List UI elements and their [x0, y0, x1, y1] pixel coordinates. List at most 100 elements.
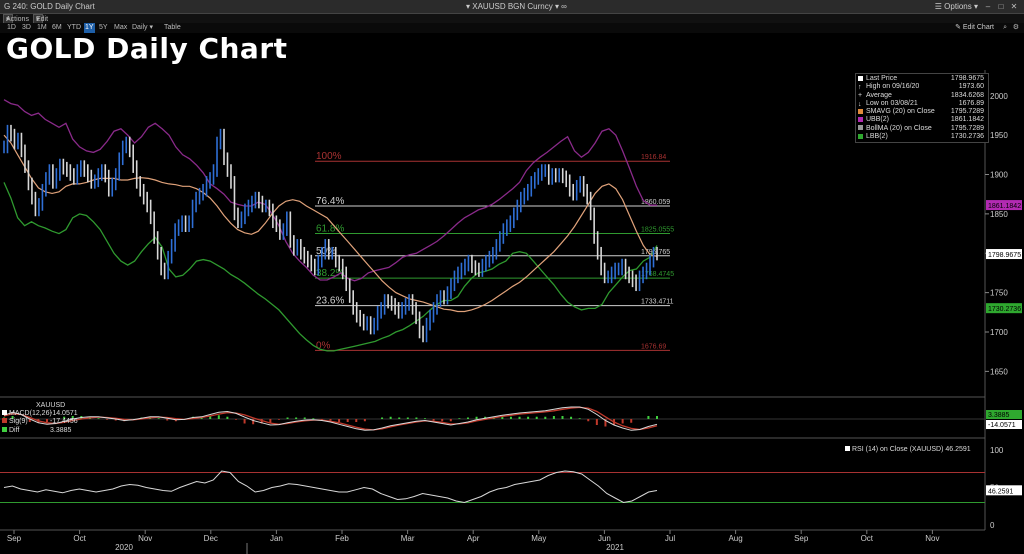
- axis-tag: [986, 200, 1022, 211]
- x-tick-label: Oct: [73, 534, 86, 543]
- legend-average: + Average 1834.6268: [858, 92, 986, 100]
- legend-swatch: ↑: [858, 83, 862, 91]
- y-tick-label: 1700: [990, 328, 1008, 337]
- legend-swatch: [858, 108, 863, 114]
- ticker-selector[interactable]: ▾ XAUUSD BGN Curncy ▾ ∞: [466, 0, 567, 13]
- diff-row: Diff 3.3885: [2, 426, 102, 435]
- window-title: G 240: GOLD Daily Chart: [4, 2, 95, 11]
- legend-value: 1730.2736: [950, 133, 984, 141]
- fib-label: 0%: [316, 340, 331, 351]
- rsi-tick-label: 100: [990, 446, 1004, 455]
- zoom-icon[interactable]: ⌕: [1002, 23, 1008, 33]
- legend-swatch: [2, 426, 7, 432]
- legend-smavg: SMAVG (20) on Close 1795.7289: [858, 108, 986, 116]
- fib-label: 100%: [316, 151, 342, 162]
- legend-label: High on 09/16/20: [866, 83, 920, 91]
- settings-icon[interactable]: ⚙: [1012, 23, 1020, 33]
- rsi-line: [3, 470, 658, 504]
- legend-swatch: [858, 125, 863, 131]
- options-label: Options: [944, 2, 972, 11]
- y-tick-label: 1950: [990, 131, 1008, 140]
- edit-chart-label: Edit Chart: [962, 24, 994, 31]
- legend-swatch: +: [858, 92, 863, 100]
- options-menu[interactable]: ☰ Options ▾: [935, 0, 978, 13]
- axis-tag: [986, 249, 1022, 260]
- chart-title: GOLD Daily Chart: [6, 32, 288, 65]
- ubb-line: [3, 99, 657, 282]
- rsi-tick-label: 0: [990, 521, 995, 530]
- legend-swatch: [2, 410, 7, 416]
- fib-value: 1860.059: [641, 199, 670, 206]
- legend-swatch: [2, 418, 7, 424]
- legend-label: UBB(2): [866, 116, 889, 124]
- axis-tag-label: 1861.1842: [988, 203, 1021, 210]
- minimize-icon[interactable]: –: [982, 0, 994, 13]
- legend-value: 1795.7289: [950, 108, 984, 116]
- y-tick-label: 2000: [990, 92, 1008, 101]
- legend-swatch: ↓: [858, 100, 862, 108]
- diff-row-name: Diff: [9, 426, 20, 434]
- rsi-legend: RSI (14) on Close (XAUUSD) 46.2591: [845, 446, 971, 453]
- rsi-legend-label: RSI (14) on Close (XAUUSD): [852, 446, 944, 453]
- fib-value: 1676.69: [641, 343, 666, 350]
- fib-label: 38.2%: [316, 268, 344, 279]
- fib-label: 50%: [316, 246, 336, 257]
- legend-label: SMAVG (20) on Close: [866, 108, 935, 116]
- legend-value: 1834.6268: [950, 91, 984, 99]
- toolbar: Actions ▾ Edit ▾: [0, 14, 1024, 25]
- x-tick-label: Nov: [138, 534, 152, 543]
- x-tick-label: Aug: [728, 534, 742, 543]
- x-tick-label: Oct: [861, 534, 874, 543]
- macd-axis-tag-label: -14.0571: [988, 422, 1016, 429]
- x-tick-label: Dec: [204, 534, 218, 543]
- macd-row-value: -14.0571: [50, 410, 78, 418]
- legend-high: ↑ High on 09/16/20 1973.60: [858, 83, 986, 91]
- axis-tag-label: 1730.2736: [988, 306, 1021, 313]
- legend-label: BollMA (20) on Close: [866, 124, 932, 132]
- legend-value: 1973.60: [958, 83, 984, 91]
- x-year-label: 2021: [606, 543, 624, 552]
- fib-label: 23.6%: [316, 296, 344, 307]
- macd-row-name: MACD(12,26): [9, 410, 52, 418]
- edit-chart-button[interactable]: ✎ Edit Chart: [955, 23, 994, 33]
- legend-lbb: LBB(2) 1730.2736: [858, 133, 986, 141]
- legend-bollma: BollMA (20) on Close 1795.7289: [858, 125, 986, 133]
- fib-label: 61.8%: [316, 224, 344, 235]
- legend-low: ↓ Low on 03/08/21 1676.89: [858, 100, 986, 108]
- legend-value: 1798.9675: [950, 75, 984, 82]
- legend-value: 1861.1842: [950, 116, 984, 124]
- legend-ubb: UBB(2) 1861.1842: [858, 116, 986, 124]
- y-tick-label: 1850: [990, 210, 1008, 219]
- window-titlebar: G 240: GOLD Daily Chart ▾ XAUUSD BGN Cur…: [0, 0, 1024, 14]
- fib-value: 1733.4711: [641, 299, 674, 306]
- maximize-icon[interactable]: □: [995, 0, 1007, 13]
- legend-label: LBB(2): [866, 133, 888, 141]
- x-tick-label: Jul: [665, 534, 675, 543]
- macd-legend: XAUUSD MACD(12,26) -14.0571 Sig(9) -17.445…: [2, 402, 102, 435]
- axis-tag: [986, 303, 1022, 314]
- x-tick-label: May: [531, 534, 546, 543]
- close-icon[interactable]: ✕: [1008, 0, 1020, 13]
- sig-row-value: -17.4456: [50, 418, 78, 426]
- legend-swatch: [858, 117, 863, 123]
- legend-swatch: [858, 133, 863, 139]
- smavg-line: [3, 134, 658, 313]
- y-tick-label: 1900: [990, 171, 1008, 180]
- legend-swatch: [858, 75, 863, 81]
- rsi-tick-label: 50: [990, 484, 999, 493]
- x-tick-label: Nov: [925, 534, 939, 543]
- rsi-axis-tag: [986, 485, 1022, 496]
- x-tick-label: Feb: [335, 534, 349, 543]
- legend-swatch: [845, 446, 850, 451]
- x-tick-label: Mar: [401, 534, 415, 543]
- fib-value: 1916.84: [641, 154, 666, 161]
- legend-label: Average: [866, 91, 892, 99]
- rsi-axis-tag-label: 46.2591: [988, 488, 1013, 495]
- macd-legend-title: XAUUSD: [36, 402, 66, 409]
- macd-axis-tag-label: 3.3885: [988, 412, 1010, 419]
- legend-value: 1676.89: [958, 99, 984, 107]
- rsi-legend-value: 46.2591: [945, 446, 971, 453]
- fib-value: 1768.4745: [641, 271, 674, 278]
- sig-row-name: Sig(9): [9, 418, 28, 426]
- fib-value: 1825.0555: [641, 227, 674, 234]
